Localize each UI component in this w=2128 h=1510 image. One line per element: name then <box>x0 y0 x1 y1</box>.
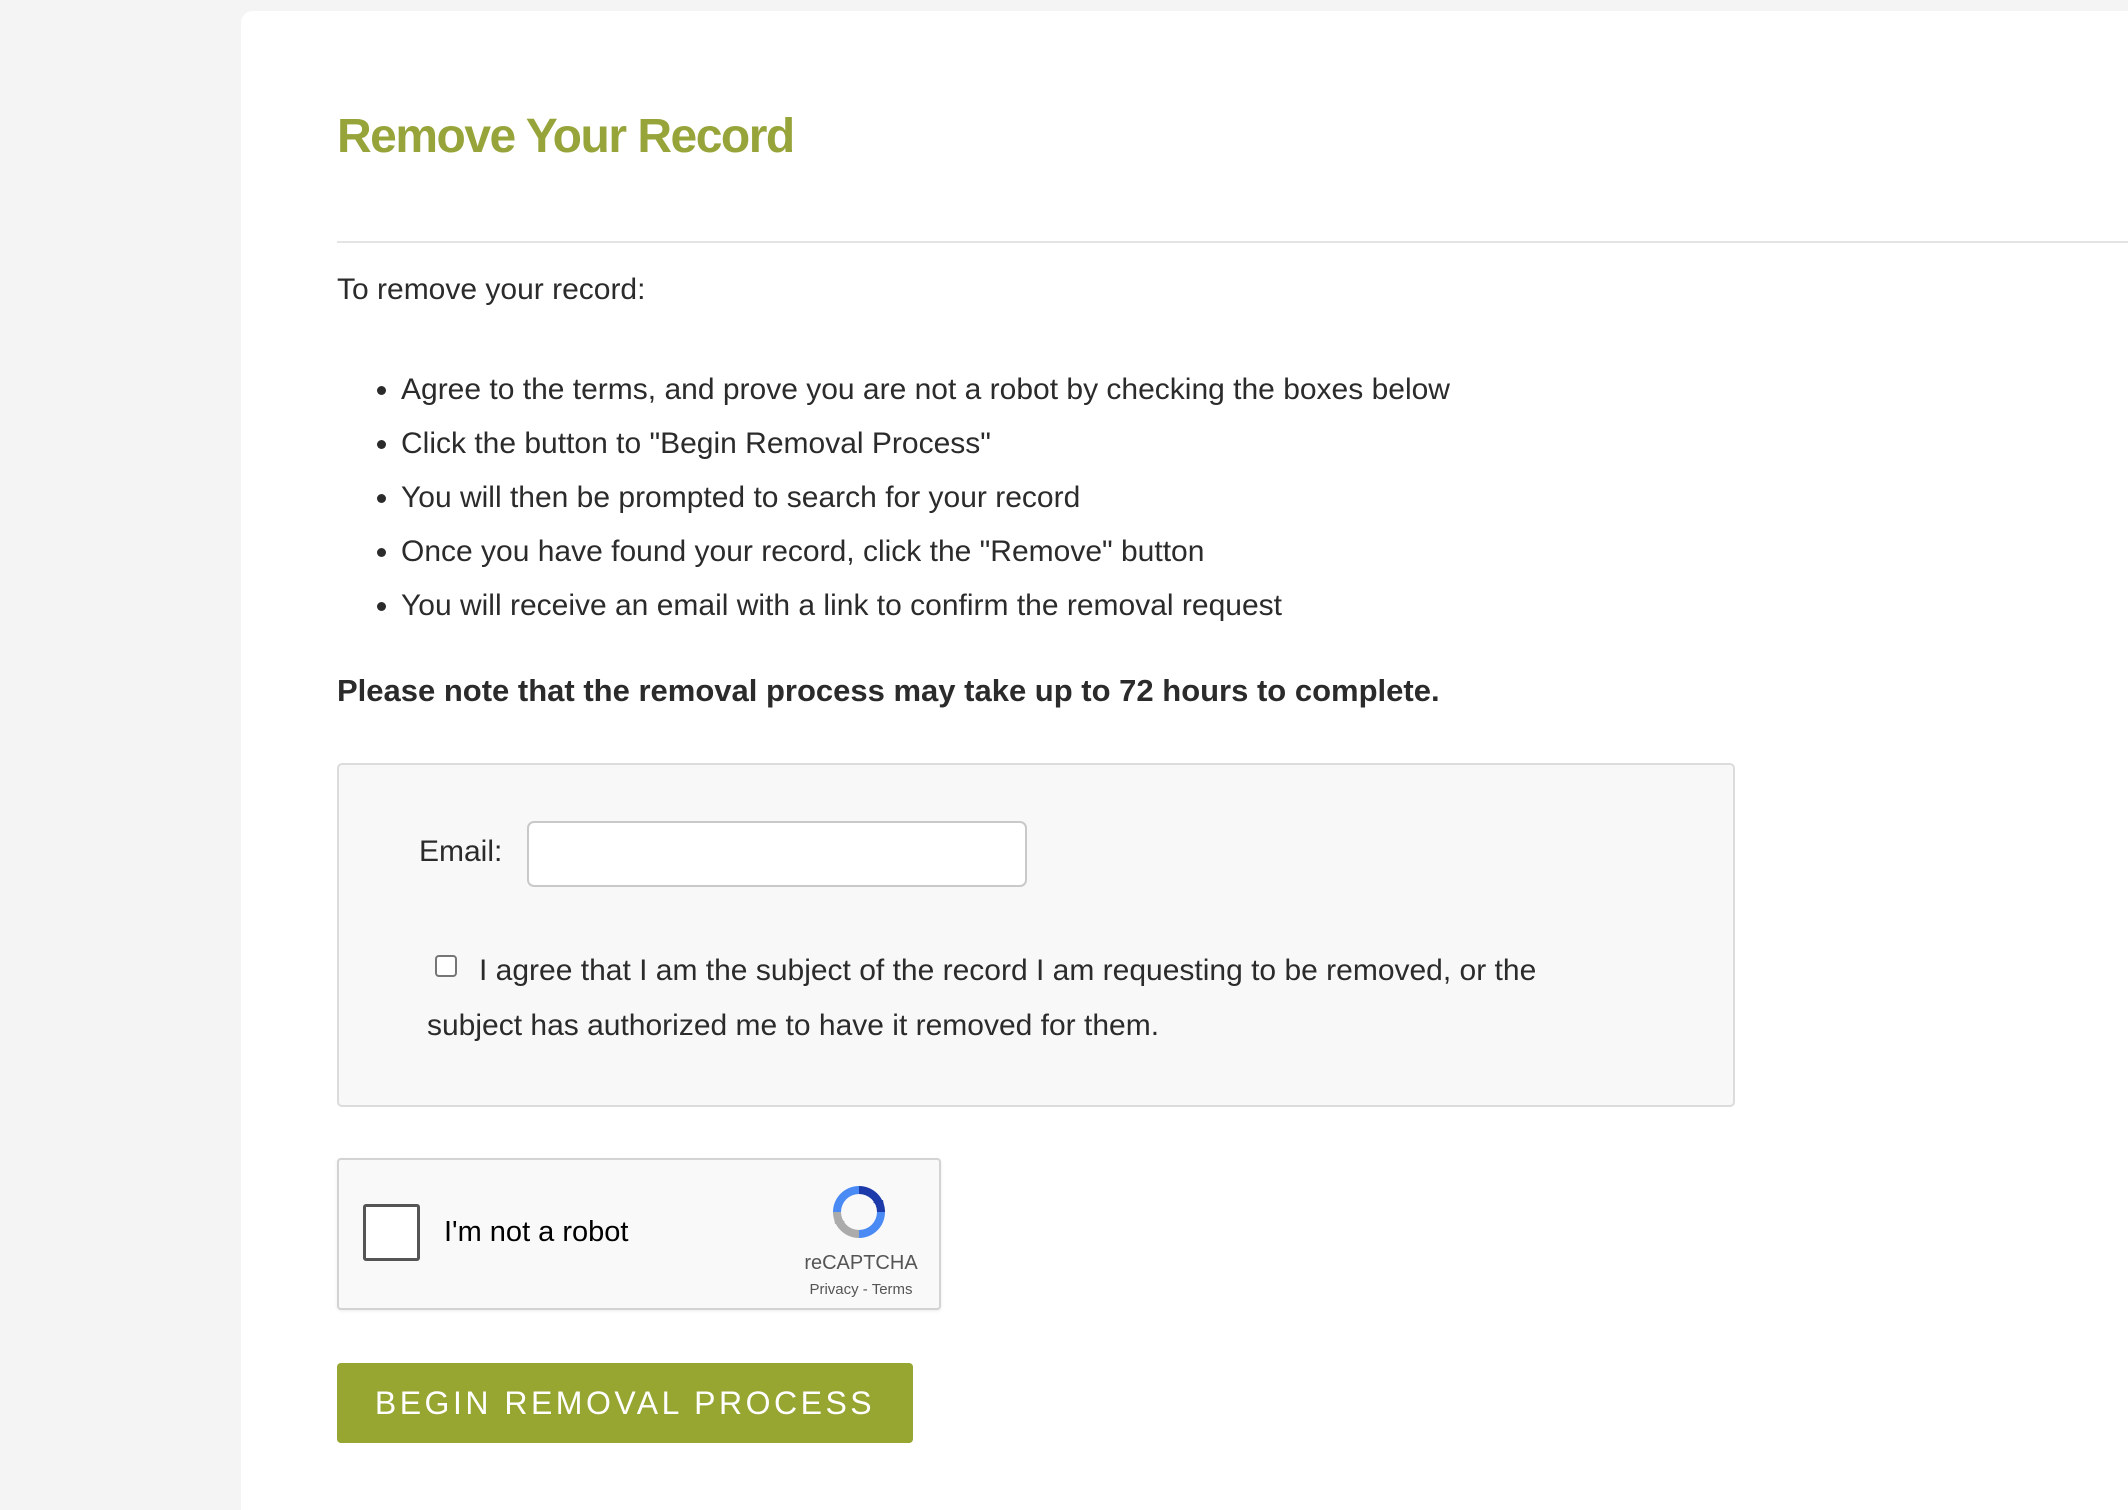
recaptcha-privacy-link[interactable]: Privacy <box>809 1281 858 1298</box>
page-card: Remove Your Record To remove your record… <box>241 11 2128 1510</box>
step-item: Click the button to "Begin Removal Proce… <box>401 417 1450 471</box>
agree-terms-row: I agree that I am the subject of the rec… <box>427 943 1627 1053</box>
title-divider <box>337 241 2128 243</box>
recaptcha-link-separator: - <box>858 1281 872 1298</box>
step-item: You will receive an email with a link to… <box>401 579 1450 633</box>
recaptcha-label: I'm not a robot <box>444 1216 629 1248</box>
begin-removal-button[interactable]: BEGIN REMOVAL PROCESS <box>337 1363 913 1443</box>
recaptcha-brand: reCAPTCHA <box>804 1252 918 1274</box>
processing-time-note: Please note that the removal process may… <box>337 673 1440 708</box>
agree-terms-checkbox[interactable] <box>435 955 457 978</box>
intro-text: To remove your record: <box>337 273 646 306</box>
step-item: Agree to the terms, and prove you are no… <box>401 363 1450 417</box>
agree-terms-label: I agree that I am the subject of the rec… <box>427 954 1537 1042</box>
email-field[interactable] <box>527 821 1027 887</box>
steps-list: Agree to the terms, and prove you are no… <box>337 363 1450 633</box>
step-item: You will then be prompted to search for … <box>401 471 1450 525</box>
recaptcha-checkbox[interactable] <box>363 1204 420 1261</box>
step-item: Once you have found your record, click t… <box>401 525 1450 579</box>
recaptcha-widget: I'm not a robot reCAPTCHA Privacy - Term… <box>337 1158 941 1310</box>
page-title: Remove Your Record <box>337 110 795 163</box>
recaptcha-logo-icon <box>833 1186 885 1238</box>
recaptcha-links: Privacy - Terms <box>791 1281 931 1298</box>
email-label: Email: <box>419 835 503 868</box>
recaptcha-terms-link[interactable]: Terms <box>872 1281 913 1298</box>
removal-form-panel: Email: I agree that I am the subject of … <box>337 763 1735 1107</box>
